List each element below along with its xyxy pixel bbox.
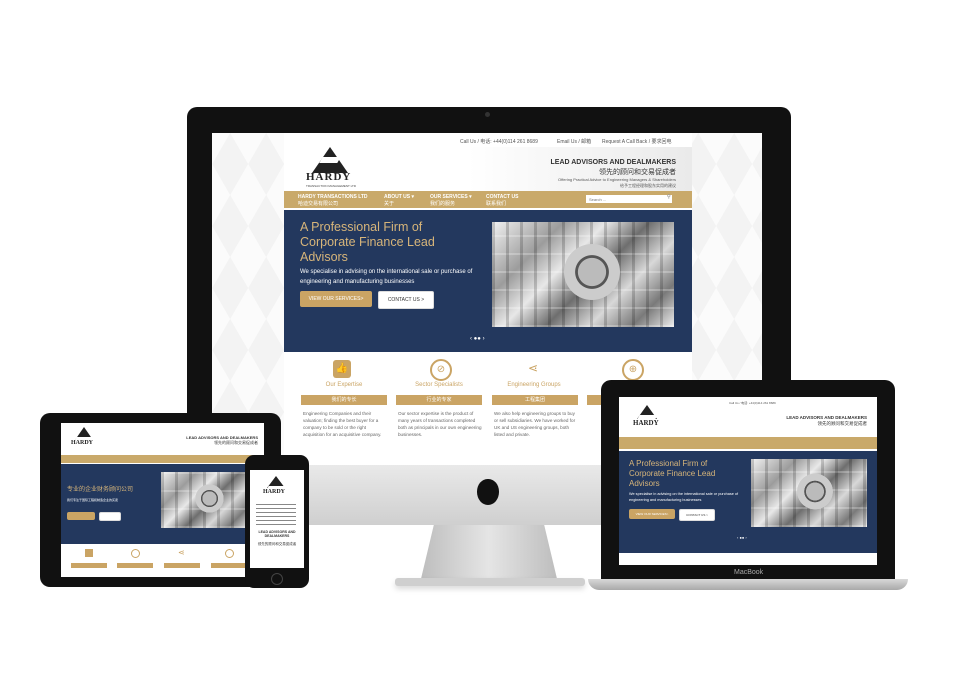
tagline-cn: 领先的顾问和交易促成者 — [817, 421, 868, 426]
iphone-screen: HARDY LEAD ADVISORS AND DEALMAKERS 领先的顾问… — [250, 470, 304, 568]
feature-label: 行业的专家 — [396, 395, 482, 405]
email-link[interactable]: Email Us / 邮箱 — [557, 138, 591, 145]
hero-slider: 专业的企业财务顾问公司 我们专注于国际工程和制造企业的买卖 — [61, 464, 264, 544]
feature-title: Our Expertise — [325, 382, 363, 388]
target-icon: ⊕ — [622, 359, 644, 381]
macbook-label: MacBook — [734, 569, 764, 576]
feature-label — [211, 563, 247, 568]
tagline-cn: 领先的顾问和交易促成者 — [599, 169, 676, 176]
search-input[interactable] — [586, 195, 672, 203]
apple-logo-icon — [477, 479, 499, 505]
feature-text: We also help engineering groups to buy o… — [494, 411, 576, 437]
brand-subtitle: TRANSACTION MANAGEMENT LTD — [306, 184, 357, 188]
macbook-device: Call Us / 电话: +44(0)114 261 8689 HARDY L… — [601, 380, 895, 580]
ipad-features-row: ⋖ — [61, 547, 264, 577]
hero-title: A Professional Firm of Corporate Finance… — [629, 459, 716, 488]
hero-text-cn: 我们专注于国际工程和制造企业的买卖 — [67, 498, 119, 502]
view-services-button[interactable] — [67, 512, 95, 520]
tagline-en: LEAD ADVISORS AND DEALMAKERS — [786, 415, 867, 420]
home-button[interactable] — [271, 573, 283, 585]
hardy-logo-icon — [267, 476, 285, 488]
nav-item-services[interactable]: OUR SERVICES ▾ 我们的服务 — [430, 194, 472, 207]
contact-us-button[interactable]: CONTACT US > — [679, 509, 715, 521]
hardy-logo-icon — [637, 405, 657, 419]
slider-nav[interactable]: ‹ ●● › — [737, 535, 747, 540]
thumbs-up-icon — [85, 549, 93, 557]
tagline-en: LEAD ADVISORS AND DEALMAKERS — [550, 159, 677, 166]
compass-icon — [131, 549, 140, 558]
hero-image-machinery — [751, 459, 867, 527]
hero-title: A Professional Firm of Corporate Finance… — [300, 220, 435, 264]
subtag-cn: 给予工程经理和股东实用的建议 — [620, 183, 676, 188]
brand-name: HARDY — [633, 419, 659, 427]
subtag-en: Offering Practical Advice to Engineering… — [558, 177, 676, 182]
main-nav — [619, 437, 877, 449]
slider-nav[interactable]: ‹ ●● › — [470, 336, 485, 342]
tagline-cn: 领先的顾问和交易促成者 — [257, 542, 297, 546]
brand-name: HARDY — [263, 489, 285, 495]
feature-title: Sector Specialists — [415, 382, 463, 388]
feature-text: Engineering Companies and their valuatio… — [303, 411, 382, 437]
hero-title-cn: 专业的企业财务顾问公司 — [67, 487, 134, 493]
hardy-logo-icon — [75, 427, 93, 440]
feature-title: Engineering Groups — [507, 382, 561, 388]
phone-link[interactable]: Call Us / 电话: +44(0)114 261 8689 — [460, 138, 538, 145]
imac-stand — [420, 525, 558, 583]
top-contact-bar: Call Us / 电话: +44(0)114 261 8689 — [729, 401, 776, 405]
iphone-device: HARDY LEAD ADVISORS AND DEALMAKERS 领先的顾问… — [245, 455, 309, 588]
view-services-button[interactable]: VIEW OUR SERVICES> — [629, 509, 675, 519]
feature-label: 工程集团 — [492, 395, 578, 405]
compass-icon: ⊘ — [430, 359, 452, 381]
feature-label — [164, 563, 200, 568]
nav-item-contact[interactable]: CONTACT US 联系我们 — [486, 194, 518, 207]
thumbs-up-icon: 👍 — [333, 360, 351, 378]
hero-slider: A Professional Firm of Corporate Finance… — [284, 210, 692, 352]
target-icon — [225, 549, 234, 558]
macbook-base: MacBook — [588, 569, 908, 590]
imac-stand-base — [395, 578, 585, 586]
brand-name[interactable]: HARDY — [306, 171, 351, 183]
nav-item-about[interactable]: ABOUT US ▾ 关于 — [384, 194, 414, 207]
hero-text: We specialise in advising on the interna… — [629, 492, 739, 502]
mobile-contact-lines — [256, 504, 296, 526]
view-services-button[interactable]: VIEW OUR SERVICES> — [300, 291, 372, 307]
macbook-screen: Call Us / 电话: +44(0)114 261 8689 HARDY L… — [619, 397, 877, 565]
hero-slider: A Professional Firm of Corporate Finance… — [619, 451, 877, 553]
main-nav — [61, 455, 264, 463]
share-icon: ⋖ — [178, 548, 185, 557]
nav-item-hardy[interactable]: HARDY TRANSACTIONS LTD 哈迪交易有限公司 — [298, 194, 368, 207]
feature-label: 我们的专长 — [301, 395, 387, 405]
hardy-logo-icon[interactable] — [312, 147, 348, 173]
callback-link[interactable]: Request A Call Back / 要求回电 — [602, 138, 671, 145]
contact-us-button[interactable] — [99, 512, 121, 521]
share-icon: ⋖ — [527, 361, 539, 375]
imac-camera — [485, 112, 490, 117]
hero-image-machinery — [492, 222, 674, 327]
main-nav: HARDY TRANSACTIONS LTD 哈迪交易有限公司 ABOUT US … — [284, 191, 692, 208]
top-contact-bar: Call Us / 电话: +44(0)114 261 8689 Email U… — [284, 133, 692, 147]
tagline-cn: 领先的顾问和交易促成者 — [214, 440, 258, 445]
tagline-en: LEAD ADVISORS AND DEALMAKERS — [258, 530, 296, 538]
site-header: HARDY TRANSACTION MANAGEMENT LTD LEAD AD… — [284, 147, 692, 191]
ipad-screen: HARDY LEAD ADVISORS AND DEALMAKERS 领先的顾问… — [61, 423, 264, 577]
contact-us-button[interactable]: CONTACT US > — [378, 291, 434, 309]
feature-label — [71, 563, 107, 568]
feature-label — [117, 563, 153, 568]
search-icon[interactable]: ⚲ — [667, 194, 671, 200]
feature-text: Our sector expertise is the product of m… — [398, 411, 482, 437]
brand-name: HARDY — [71, 440, 93, 446]
hero-image-machinery — [161, 472, 249, 528]
hero-text: We specialise in advising on the interna… — [300, 269, 473, 285]
